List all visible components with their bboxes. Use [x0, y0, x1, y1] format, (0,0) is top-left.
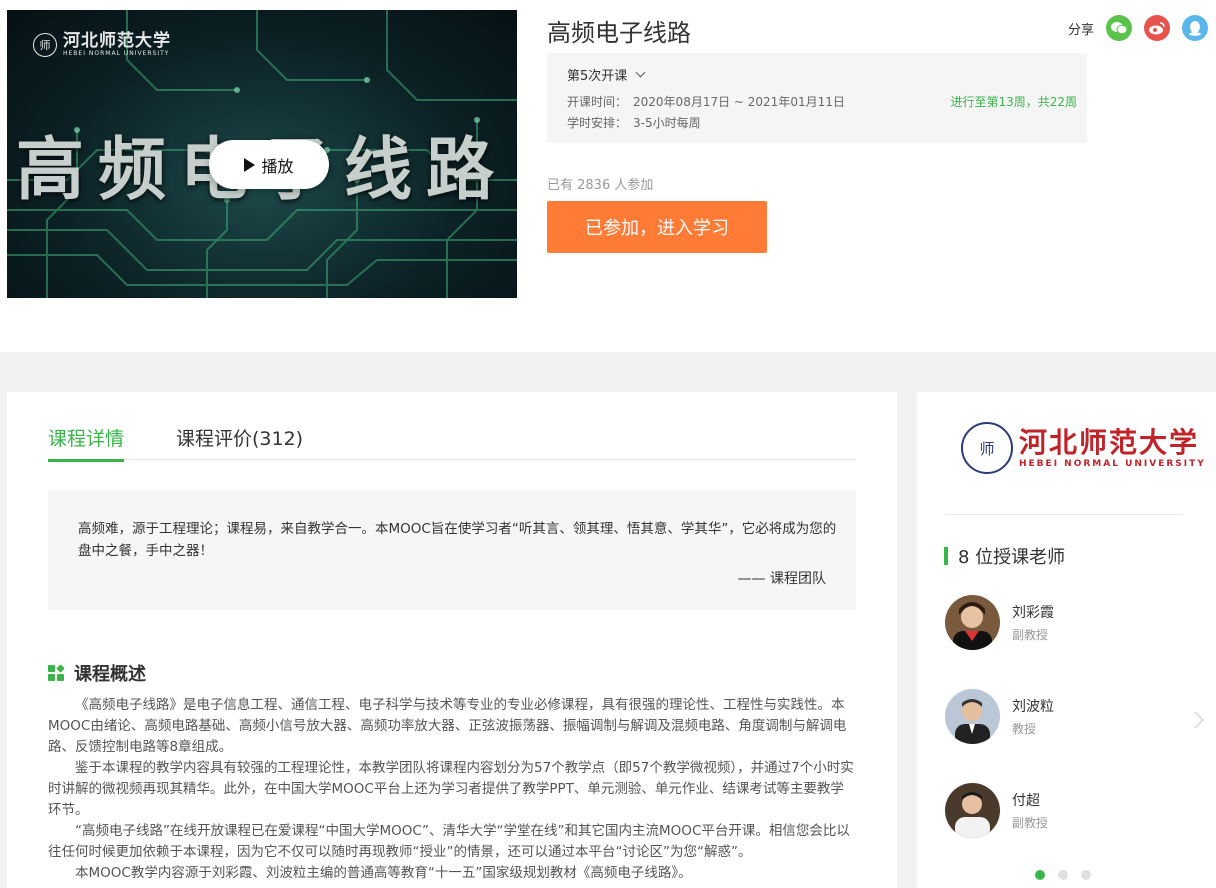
teacher-title: 教授: [1012, 722, 1037, 736]
university-seal-icon: 师: [33, 32, 57, 57]
course-header: 师 河北师范大学 HEBEI NORMAL UNIVERSITY 高频电子线路 …: [0, 0, 1216, 352]
weibo-share-icon[interactable]: [1144, 15, 1171, 41]
avatar: [945, 595, 1000, 650]
video-uni-name: 河北师范大学: [63, 31, 171, 51]
content-area: 课程详情 课程评价(312) 高频难，源于工程理论；课程易，来自教学合一。本MO…: [0, 352, 1216, 888]
term-progress: 进行至第13周，共22周: [950, 95, 1077, 109]
play-button[interactable]: 播放: [209, 140, 329, 189]
teacher-sidebar: 师 河北师范大学 HEBEI NORMAL UNIVERSITY 8 位授课老师…: [917, 392, 1216, 888]
term-info-box: 第5次开课 开课时间： 2020年08月17日 ~ 2021年01月11日 学时…: [547, 53, 1087, 143]
teacher-item[interactable]: 付超 副教授: [945, 783, 1048, 838]
carousel-dots: [1035, 870, 1091, 880]
wechat-share-icon[interactable]: [1106, 15, 1133, 41]
teacher-name: 刘彩霞: [1012, 605, 1054, 621]
course-title: 高频电子线路: [547, 19, 691, 47]
overview-paragraph: “高频电子线路”在线开放课程已在爱课程“中国大学MOOC”、清华大学“学堂在线”…: [48, 823, 850, 860]
overview-paragraph: 本MOOC教学内容源于刘彩霞、刘波粒主编的普通高等教育“十一五”国家级规划教材《…: [75, 865, 692, 881]
term-selected: 第5次开课: [567, 69, 628, 84]
chevron-down-icon: [635, 67, 646, 78]
side-uni-name: 河北师范大学: [1019, 426, 1200, 459]
overview-body: 《高频电子线路》是电子信息工程、通信工程、电子科学与技术等专业的专业必修课程，具…: [48, 695, 856, 884]
overview-paragraph: 鉴于本课程的教学内容具有较强的工程理论性，本教学团队将课程内容划分为57个教学点…: [48, 760, 854, 818]
term-selector[interactable]: 第5次开课: [567, 65, 646, 84]
play-label: 播放: [261, 156, 294, 176]
term-time-label: 开课时间：: [567, 95, 628, 109]
tab-course-detail[interactable]: 课程详情: [48, 424, 125, 462]
participant-count: 已有 2836 人参加: [547, 178, 654, 193]
overview-title: 课程概述: [74, 664, 146, 685]
video-player[interactable]: 师 河北师范大学 HEBEI NORMAL UNIVERSITY 高频电子线路 …: [7, 10, 517, 298]
avatar: [945, 689, 1000, 744]
teacher-title: 副教授: [1012, 628, 1049, 642]
side-uni-name-en: HEBEI NORMAL UNIVERSITY: [1019, 459, 1206, 469]
term-time-row: 开课时间： 2020年08月17日 ~ 2021年01月11日: [567, 93, 845, 110]
term-schedule-row: 学时安排： 3-5小时每周: [567, 114, 701, 131]
divider: [945, 514, 1183, 515]
term-time-value: 2020年08月17日 ~ 2021年01月11日: [633, 95, 845, 109]
teacher-name: 付超: [1012, 793, 1040, 809]
detail-tabs: 课程详情 课程评价(312): [48, 424, 856, 462]
teacher-item[interactable]: 刘波粒 教授: [945, 689, 1054, 744]
chevron-right-icon[interactable]: [1186, 711, 1204, 729]
course-quote: 高频难，源于工程理论；课程易，来自教学合一。本MOOC旨在使学习者“听其言、领其…: [48, 490, 856, 610]
teacher-name: 刘波粒: [1012, 699, 1054, 715]
enter-learning-button[interactable]: 已参加，进入学习: [547, 201, 767, 253]
overview-icon: [48, 664, 65, 681]
avatar: [945, 783, 1000, 838]
teachers-heading: 8 位授课老师: [944, 543, 1065, 569]
heading-accent: [944, 547, 948, 565]
university-logo[interactable]: 师 河北师范大学 HEBEI NORMAL UNIVERSITY: [961, 422, 1206, 474]
carousel-dot[interactable]: [1035, 870, 1045, 880]
overview-heading: 课程概述: [48, 660, 146, 686]
tab-course-reviews[interactable]: 课程评价(312): [176, 424, 303, 459]
course-detail-card: 课程详情 课程评价(312) 高频难，源于工程理论；课程易，来自教学合一。本MO…: [7, 392, 897, 888]
university-seal-icon: 师: [961, 422, 1013, 474]
quote-text: 高频难，源于工程理论；课程易，来自教学合一。本MOOC旨在使学习者“听其言、领其…: [78, 521, 837, 559]
share-bar: 分享: [1068, 15, 1209, 41]
term-schedule-label: 学时安排：: [567, 116, 628, 130]
share-label: 分享: [1068, 22, 1095, 38]
video-university-logo: 师 河北师范大学 HEBEI NORMAL UNIVERSITY: [33, 32, 171, 57]
quote-signature: —— 课程团队: [737, 571, 826, 587]
overview-paragraph: 《高频电子线路》是电子信息工程、通信工程、电子科学与技术等专业的专业必修课程，具…: [48, 697, 847, 755]
teachers-title: 8 位授课老师: [958, 547, 1066, 568]
teacher-item[interactable]: 刘彩霞 副教授: [945, 595, 1054, 650]
teacher-title: 副教授: [1012, 816, 1049, 830]
carousel-dot[interactable]: [1081, 870, 1091, 880]
carousel-dot[interactable]: [1058, 870, 1068, 880]
term-schedule-value: 3-5小时每周: [633, 116, 701, 130]
video-uni-name-en: HEBEI NORMAL UNIVERSITY: [63, 50, 170, 57]
play-icon: [244, 157, 256, 172]
qq-share-icon[interactable]: [1182, 15, 1209, 41]
